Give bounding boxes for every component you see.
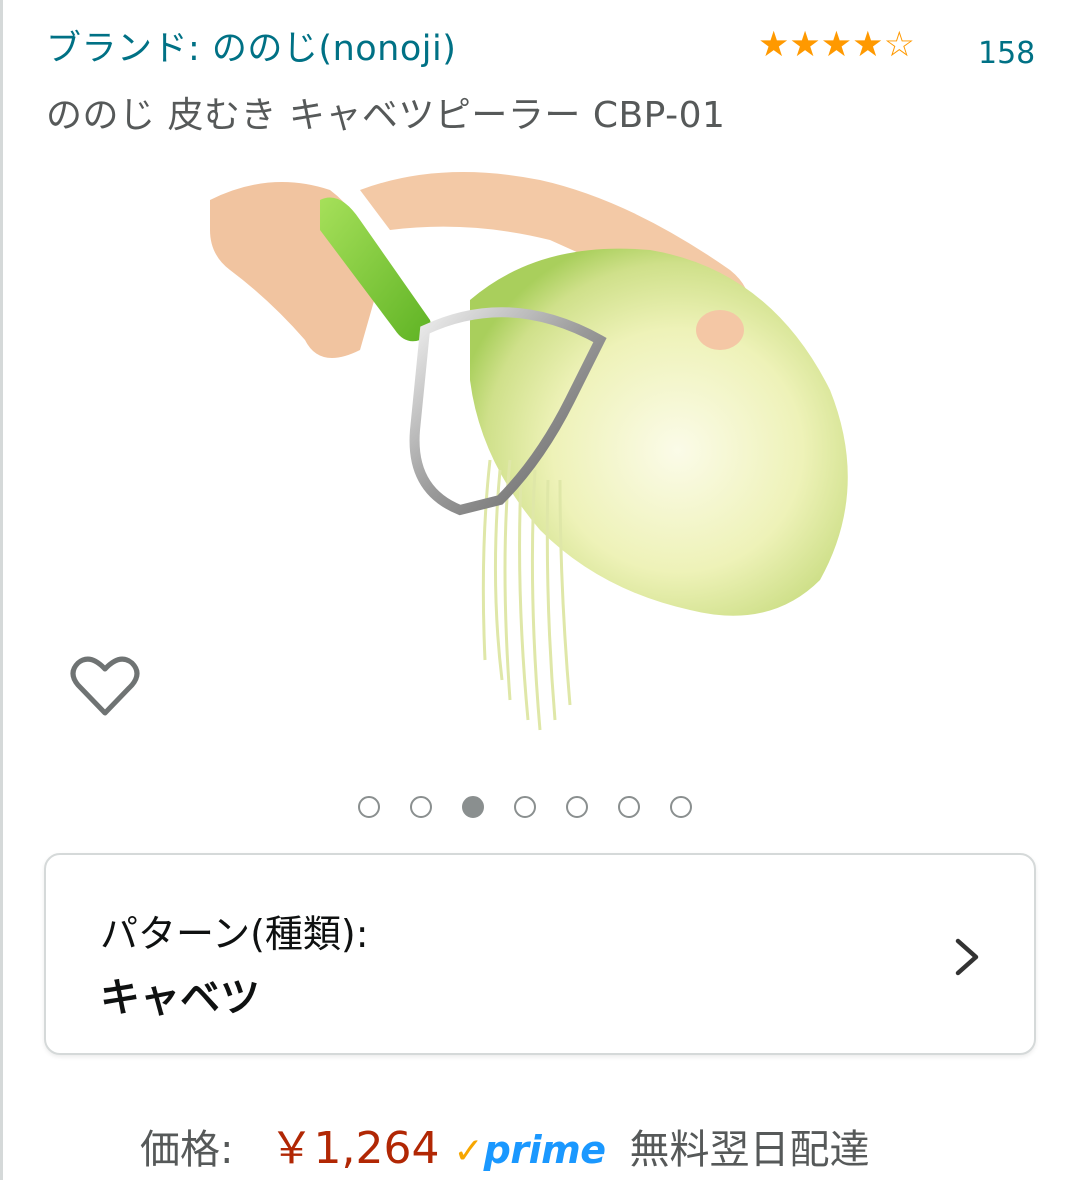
chevron-right-icon [955, 938, 979, 976]
variation-label: パターン(種類): [100, 912, 369, 956]
carousel-dot[interactable] [514, 796, 536, 818]
brand-link[interactable]: ブランド: ののじ(nonoji) [46, 20, 456, 71]
prime-badge: ✓ prime [453, 1128, 606, 1172]
carousel-dot[interactable] [566, 796, 588, 818]
price-label: 価格: [140, 1127, 234, 1173]
heart-icon[interactable] [70, 655, 140, 719]
prime-logo: prime [483, 1128, 606, 1172]
carousel-dot[interactable] [618, 796, 640, 818]
prime-check-icon: ✓ [453, 1131, 484, 1172]
carousel-dot[interactable] [462, 796, 484, 818]
price-value: ￥1,264 [269, 1123, 440, 1174]
star-filled-icon: ★ [789, 25, 821, 65]
carousel-dot[interactable] [410, 796, 432, 818]
product-image[interactable] [210, 160, 870, 750]
product-title: ののじ 皮むき キャベツピーラー CBP-01 [46, 95, 726, 136]
price-row: 価格: ￥1,264 ✓ prime 無料翌日配達 [140, 1112, 869, 1176]
star-filled-icon: ★ [820, 25, 853, 65]
star-empty-icon: ☆ [883, 25, 915, 65]
delivery-text: 無料翌日配達 [629, 1127, 870, 1173]
star-rating[interactable]: ★ ★ ★ ★ ☆ [758, 26, 915, 64]
page-border [0, 0, 3, 1180]
image-carousel-dots [358, 796, 692, 818]
star-filled-icon: ★ [758, 25, 790, 65]
review-count-link[interactable]: 158 [978, 36, 1035, 71]
carousel-dot[interactable] [358, 796, 380, 818]
carousel-dot[interactable] [670, 796, 692, 818]
variation-selector[interactable]: パターン(種類): キャベツ [44, 853, 1036, 1055]
star-filled-icon: ★ [852, 25, 884, 65]
variation-value: キャベツ [100, 975, 260, 1021]
